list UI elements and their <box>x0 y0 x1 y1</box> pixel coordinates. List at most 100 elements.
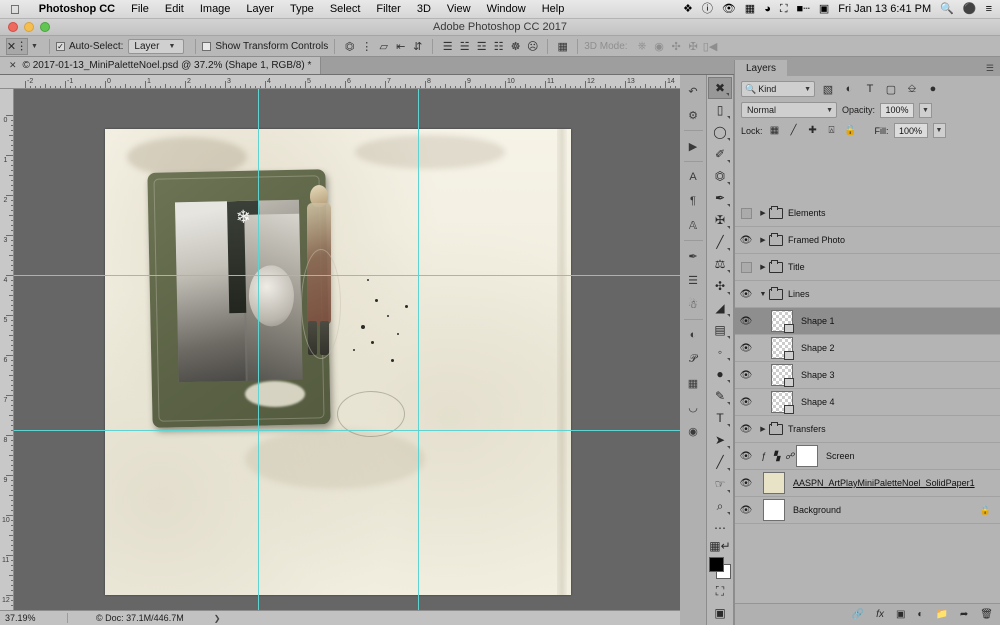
table-row[interactable]: 👁 ▶ Transfers <box>735 416 1000 443</box>
layer-visibility-toggle[interactable]: 👁 <box>735 316 757 327</box>
layer-name[interactable]: Framed Photo <box>788 235 845 245</box>
move-tool-icon[interactable]: ✕︙ <box>6 37 28 55</box>
new-group-icon[interactable]: 📁 <box>935 609 947 620</box>
siri-icon[interactable]: ⚫ <box>963 3 977 15</box>
add-layer-style-icon[interactable]: fx <box>876 609 884 620</box>
screen-mode-icon[interactable]: ▣ <box>708 602 732 624</box>
zoom-tool[interactable]: ⌕ <box>708 495 732 517</box>
link-mask-icon[interactable]: ☍ <box>783 451 796 462</box>
menu-filter[interactable]: Filter <box>368 3 408 15</box>
align-left-edges-icon[interactable]: ⇤ <box>392 38 409 55</box>
adjustment-filter-icon[interactable]: ◐ <box>841 81 857 97</box>
panel-menu-icon[interactable]: ☰ <box>986 60 1000 76</box>
layer-name[interactable]: Background <box>793 505 841 515</box>
eyedropper-tool[interactable]: ✒ <box>708 187 732 209</box>
layer-thumbnail[interactable] <box>763 499 785 521</box>
align-bottom-edges-icon[interactable]: ⏥ <box>375 38 392 55</box>
layer-effects-icon[interactable]: ƒ <box>757 451 770 461</box>
table-row[interactable]: 👁 ▶ Framed Photo <box>735 227 1000 254</box>
menu-type[interactable]: Type <box>282 3 322 15</box>
layer-thumbnail[interactable] <box>771 337 794 360</box>
link-layers-icon[interactable]: 🔗 <box>852 609 864 620</box>
distribute-horizontal-center-icon[interactable]: ☸ <box>507 38 524 55</box>
menu-image[interactable]: Image <box>192 3 239 15</box>
adjustments-icon[interactable]: ◐ <box>682 324 704 346</box>
layer-visibility-toggle[interactable]: 👁 <box>735 235 757 246</box>
quick-mask-icon[interactable]: ⛶ <box>708 580 732 602</box>
layer-name[interactable]: Elements <box>788 208 826 218</box>
align-top-edges-icon[interactable]: ⏣ <box>341 38 358 55</box>
clone-source-icon[interactable]: ☃ <box>682 293 704 315</box>
menu-view[interactable]: View <box>439 3 479 15</box>
fill-stepper[interactable]: ▼ <box>932 123 946 138</box>
tool-preset-chevron-down-icon[interactable]: ▼ <box>28 43 43 50</box>
rectangular-marquee-tool[interactable]: ▯ <box>708 99 732 121</box>
opacity-input[interactable]: 100% <box>880 102 915 118</box>
opacity-stepper[interactable]: ▼ <box>919 102 933 118</box>
edit-toolbar-button[interactable]: ⋯ <box>708 517 732 539</box>
layer-visibility-toggle[interactable]: 👁 <box>735 451 757 462</box>
layer-visibility-toggle[interactable]: 👁 <box>735 424 757 435</box>
quick-selection-tool[interactable]: ✐ <box>708 143 732 165</box>
wifi-icon[interactable]: ◕ <box>764 3 771 15</box>
layer-name[interactable]: Screen <box>826 451 855 461</box>
chevron-right-icon[interactable]: ▶ <box>757 209 769 217</box>
layer-visibility-toggle[interactable]: 👁 <box>735 478 757 489</box>
table-row[interactable]: 👁 Shape 4 <box>735 389 1000 416</box>
path-selection-tool[interactable]: ➤ <box>708 429 732 451</box>
layer-visibility-toggle[interactable] <box>735 207 757 219</box>
new-layer-icon[interactable]: ➦ <box>960 609 968 620</box>
apple-icon[interactable]:  <box>0 3 31 16</box>
distribute-left-icon[interactable]: ☷ <box>490 38 507 55</box>
layer-name[interactable]: Lines <box>788 289 810 299</box>
table-row[interactable]: ▶ Elements <box>735 200 1000 227</box>
styles-icon[interactable]: 𝒫 <box>682 348 704 370</box>
layer-visibility-toggle[interactable]: 👁 <box>735 343 757 354</box>
actions-icon[interactable]: ⚙ <box>682 104 704 126</box>
layer-visibility-toggle[interactable]: 👁 <box>735 289 757 300</box>
table-row[interactable]: 👁 Background 🔒 <box>735 497 1000 524</box>
layer-comps-icon[interactable]: ◉ <box>682 420 704 442</box>
distribute-right-icon[interactable]: ☹ <box>524 38 541 55</box>
dodge-tool[interactable]: ● <box>708 363 732 385</box>
gradient-tool[interactable]: ▤ <box>708 319 732 341</box>
spot-healing-brush-tool[interactable]: ✠ <box>708 209 732 231</box>
auto-select-checkbox[interactable]: ✓ <box>55 41 65 51</box>
delete-layer-icon[interactable]: 🗑 <box>980 609 993 620</box>
table-row[interactable]: 👁 Shape 1 <box>735 308 1000 335</box>
filter-kind-select[interactable]: 🔍 Kind ▼ <box>741 81 815 97</box>
table-row[interactable]: 👁 ƒ ▚ ☍ Screen <box>735 443 1000 470</box>
horizontal-guide[interactable] <box>14 430 680 431</box>
play-icon[interactable]: ▶ <box>682 135 704 157</box>
layer-thumbnail[interactable] <box>771 364 794 387</box>
auto-select-scope-select[interactable]: Layer ▼ <box>128 38 185 54</box>
horizontal-guide[interactable] <box>14 275 680 276</box>
layer-list[interactable]: ▶ Elements 👁 ▶ Framed Photo ▶ Title 👁 ▼ <box>735 200 1000 625</box>
dropbox-icon[interactable]: ❖ <box>683 3 693 15</box>
pixel-filter-icon[interactable]: ▧ <box>820 81 836 97</box>
distribute-spacing-icon[interactable]: ▦ <box>554 38 571 55</box>
levels-adjustment-icon[interactable]: ▚ <box>770 451 783 462</box>
distribute-top-icon[interactable]: ☰ <box>439 38 456 55</box>
layer-name[interactable]: Shape 3 <box>801 370 835 380</box>
menu-edit[interactable]: Edit <box>157 3 192 15</box>
lock-image-pixels-icon[interactable]: ╱ <box>787 124 801 138</box>
layer-name[interactable]: Shape 2 <box>801 343 835 353</box>
vertical-ruler[interactable]: 0 1 2 3 4 5 6 7 8 9 10 11 12 <box>0 89 14 610</box>
show-transform-controls-checkbox[interactable] <box>202 41 212 51</box>
slide-3d-icon[interactable]: ✠ <box>685 38 702 55</box>
layer-name[interactable]: Shape 4 <box>801 397 835 407</box>
roll-3d-icon[interactable]: ◉ <box>651 38 668 55</box>
pan-3d-icon[interactable]: ✣ <box>668 38 685 55</box>
layer-thumbnail[interactable] <box>771 310 794 333</box>
layer-name[interactable]: Transfers <box>788 424 826 434</box>
table-row[interactable]: 👁 Shape 3 <box>735 362 1000 389</box>
brush-tool[interactable]: ╱ <box>708 231 732 253</box>
default-colors-icon[interactable]: ▦↵ <box>708 539 732 553</box>
layer-name[interactable]: Shape 1 <box>801 316 835 326</box>
pen-tool[interactable]: ✎ <box>708 385 732 407</box>
toggle-filter-icon[interactable]: ● <box>925 81 941 97</box>
fill-input[interactable]: 100% <box>893 123 928 138</box>
add-layer-mask-icon[interactable]: ▣ <box>896 609 905 620</box>
layer-visibility-toggle[interactable]: 👁 <box>735 505 757 516</box>
